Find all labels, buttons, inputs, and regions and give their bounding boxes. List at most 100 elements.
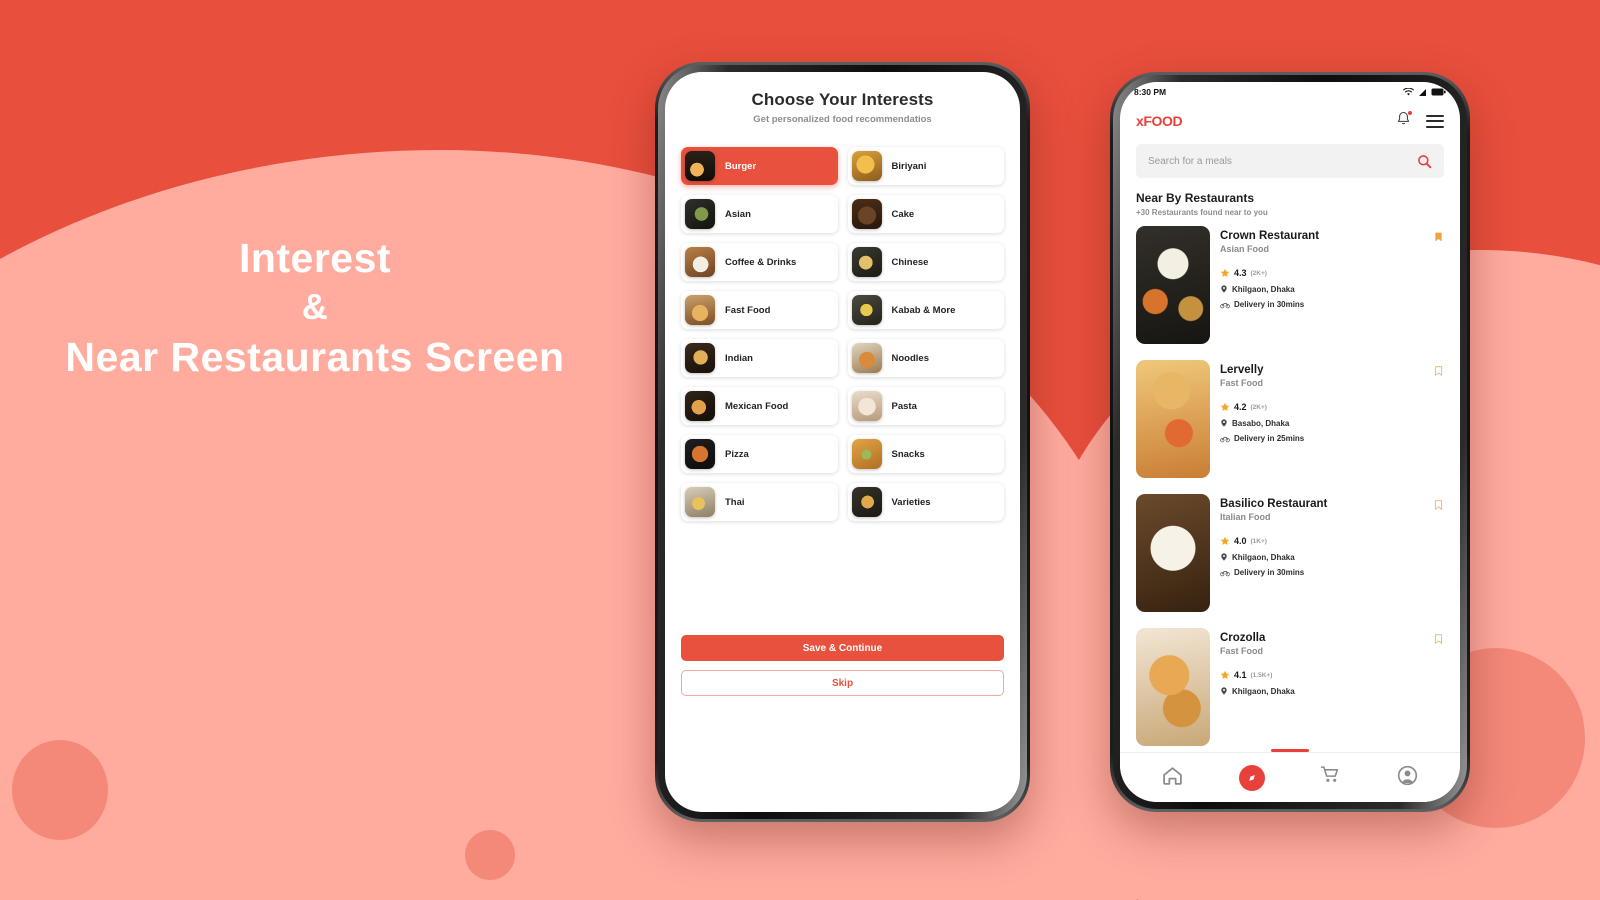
bookmark-button[interactable]	[1433, 632, 1444, 651]
restaurant-category: Asian Food	[1220, 244, 1269, 254]
restaurant-card[interactable]: Lervelly Fast Food 4.2 (2K+) Basabo, Dhaka De…	[1120, 360, 1460, 494]
location-row: Khilgaon, Dhaka	[1220, 686, 1444, 696]
interest-item-varieties[interactable]: Varieties	[847, 483, 1004, 521]
restaurant-info: Crozolla Fast Food 4.1 (1.5K+) Khilgaon, Dha…	[1220, 628, 1444, 746]
interest-thumbnail-icon	[685, 391, 715, 421]
restaurant-photo	[1136, 494, 1210, 612]
location-pin-icon	[1221, 419, 1227, 427]
delivery-row: Delivery in 30mins	[1220, 300, 1444, 309]
menu-button[interactable]	[1426, 114, 1444, 128]
restaurant-meta: 4.0 (1K+) Khilgaon, Dhaka Delivery in 30min…	[1220, 536, 1444, 577]
status-bar-time: 8:30 PM	[1134, 87, 1167, 97]
rating-row: 4.3 (2K+)	[1220, 268, 1444, 278]
restaurant-category: Italian Food	[1220, 512, 1271, 522]
bookmark-button[interactable]	[1433, 364, 1444, 383]
star-icon	[1220, 402, 1230, 411]
interest-item-noodles[interactable]: Noodles	[847, 339, 1004, 377]
interest-label: Coffee & Drinks	[725, 256, 797, 268]
interest-item-fast-food[interactable]: Fast Food	[681, 291, 838, 329]
restaurant-card[interactable]: Basilico Restaurant Italian Food 4.0 (1K+) K…	[1120, 494, 1460, 628]
restaurant-meta: 4.1 (1.5K+) Khilgaon, Dhaka	[1220, 670, 1444, 696]
restaurant-name: Lervelly	[1220, 364, 1264, 376]
restaurant-info: Basilico Restaurant Italian Food 4.0 (1K+) K…	[1220, 494, 1444, 612]
notification-bell-button[interactable]	[1395, 110, 1413, 132]
decorative-circle-bottom	[465, 830, 515, 880]
interest-item-chinese[interactable]: Chinese	[847, 243, 1004, 281]
interest-thumbnail-icon	[685, 295, 715, 325]
restaurant-meta: 4.2 (2K+) Basabo, Dhaka Delivery in 25mins	[1220, 402, 1444, 443]
phone-mockup-interests: Choose Your Interests Get personalized f…	[655, 62, 1030, 822]
app-logo: xFOOD	[1136, 113, 1183, 129]
screen-restaurants: 8:30 PM xFOOD Search for a meals Near By…	[1120, 82, 1460, 802]
interest-item-kabab-more[interactable]: Kabab & More	[847, 291, 1004, 329]
decorative-circle-left	[12, 740, 108, 840]
interest-item-snacks[interactable]: Snacks	[847, 435, 1004, 473]
interest-item-indian[interactable]: Indian	[681, 339, 838, 377]
nav-item-profile[interactable]	[1397, 765, 1418, 791]
location-pin-icon	[1221, 285, 1227, 293]
skip-button[interactable]: Skip	[681, 670, 1004, 696]
nav-item-cart[interactable]	[1320, 765, 1341, 791]
location-row: Khilgaon, Dhaka	[1220, 552, 1444, 562]
bookmark-button[interactable]	[1433, 230, 1444, 249]
interest-item-cake[interactable]: Cake	[847, 195, 1004, 233]
restaurant-card[interactable]: Crown Restaurant Asian Food 4.3 (2K+) Khilga…	[1120, 226, 1460, 360]
interest-label: Biriyani	[891, 160, 927, 172]
save-continue-button[interactable]: Save & Continue	[681, 635, 1004, 661]
interest-item-asian[interactable]: Asian	[681, 195, 838, 233]
delivery-row: Delivery in 30mins	[1220, 568, 1444, 577]
search-icon[interactable]	[1417, 154, 1432, 169]
interest-thumbnail-icon	[685, 487, 715, 517]
interest-label: Burger	[725, 160, 757, 172]
interest-item-thai[interactable]: Thai	[681, 483, 838, 521]
headline-line-3: Near Restaurants Screen	[65, 333, 565, 380]
headline-line-2: &	[301, 286, 329, 328]
rating-value: 4.1	[1234, 670, 1247, 680]
search-placeholder: Search for a meals	[1148, 155, 1232, 167]
interests-actions: Save & Continue Skip	[681, 635, 1004, 696]
restaurant-name: Crown Restaurant	[1220, 230, 1320, 242]
nav-item-compass[interactable]	[1238, 764, 1265, 791]
home-icon	[1163, 766, 1182, 785]
interest-item-biriyani[interactable]: Biriyani	[847, 147, 1004, 185]
bookmark-icon	[1434, 634, 1443, 644]
interest-label: Mexican Food	[725, 400, 789, 412]
page-title: Choose Your Interests	[751, 90, 934, 109]
interest-label: Cake	[891, 208, 915, 220]
restaurant-list: Crown Restaurant Asian Food 4.3 (2K+) Khilga…	[1120, 226, 1460, 762]
interest-item-pasta[interactable]: Pasta	[847, 387, 1004, 425]
rating-value: 4.3	[1234, 268, 1247, 278]
profile-icon	[1397, 765, 1418, 785]
delivery-text: Delivery in 25mins	[1234, 434, 1305, 443]
bicycle-delivery-icon	[1220, 437, 1230, 443]
location-row: Khilgaon, Dhaka	[1220, 284, 1444, 294]
interests-header: Choose Your Interests Get personalized f…	[665, 72, 1020, 125]
location-pin-icon	[1221, 687, 1227, 695]
interest-item-pizza[interactable]: Pizza	[681, 435, 838, 473]
delivery-row: Delivery in 25mins	[1220, 434, 1444, 443]
interest-item-mexican-food[interactable]: Mexican Food	[681, 387, 838, 425]
notification-badge	[1407, 110, 1413, 116]
interest-label: Pasta	[891, 400, 917, 412]
restaurant-name: Basilico Restaurant	[1220, 498, 1328, 510]
star-icon	[1220, 670, 1230, 679]
interest-thumbnail-icon	[851, 247, 882, 277]
battery-icon	[1431, 88, 1446, 96]
hamburger-bar	[1426, 120, 1444, 122]
restaurant-name: Crozolla	[1220, 632, 1266, 644]
interest-thumbnail-icon	[851, 151, 882, 181]
rating-row: 4.0 (1K+)	[1220, 536, 1444, 546]
bookmark-button[interactable]	[1433, 498, 1444, 517]
interest-item-coffee-drinks[interactable]: Coffee & Drinks	[681, 243, 838, 281]
wifi-icon	[1403, 87, 1414, 95]
restaurant-card[interactable]: Crozolla Fast Food 4.1 (1.5K+) Khilgaon, Dha…	[1120, 628, 1460, 762]
interest-thumbnail-icon	[851, 487, 882, 517]
interest-item-burger[interactable]: Burger	[681, 147, 838, 185]
section-header: Near By Restaurants +30 Restaurants foun…	[1136, 191, 1444, 217]
search-bar[interactable]: Search for a meals	[1136, 144, 1444, 178]
interest-thumbnail-icon	[685, 247, 715, 277]
nav-item-home[interactable]	[1162, 765, 1183, 791]
interest-label: Pizza	[725, 448, 749, 460]
delivery-text: Delivery in 30mins	[1234, 300, 1305, 309]
location-text: Basabo, Dhaka	[1232, 418, 1290, 428]
